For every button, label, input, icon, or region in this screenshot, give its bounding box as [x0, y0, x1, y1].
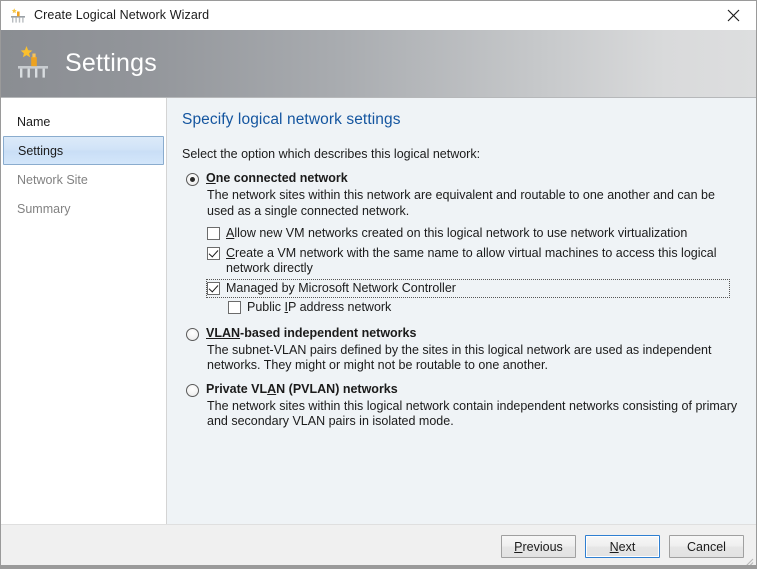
network-wizard-large-icon	[15, 45, 53, 83]
previous-button[interactable]: Previous	[501, 535, 576, 558]
checkbox-label-create-vm-network: Create a VM network with the same name t…	[226, 245, 717, 276]
radio-row-private-vlan-networks[interactable]: Private VLAN (PVLAN) networks	[182, 382, 742, 397]
option-private-vlan-networks: Private VLAN (PVLAN) networks The networ…	[182, 382, 742, 430]
content-heading: Specify logical network settings	[182, 111, 401, 128]
sidebar-item-network-site[interactable]: Network Site	[3, 165, 164, 194]
wizard-window: Create Logical Network Wizard Settings N…	[0, 0, 757, 569]
sidebar-item-label: Network Site	[17, 172, 88, 187]
sidebar-item-label: Settings	[18, 143, 64, 158]
checkbox-allow-network-virtualization[interactable]	[207, 227, 220, 240]
checkbox-create-vm-network[interactable]	[207, 246, 220, 260]
content-intro: Select the option which describes this l…	[182, 147, 481, 161]
close-icon[interactable]	[711, 1, 756, 29]
radio-row-vlan-based-independent-networks[interactable]: VLAN-based independent networks	[182, 326, 742, 341]
sidebar-item-label: Summary	[17, 201, 71, 216]
checkbox-label-managed-by-network-controller: Managed by Microsoft Network Controller	[226, 280, 456, 295]
wizard-header: Settings	[1, 30, 756, 98]
option-description: The network sites within this logical ne…	[207, 398, 738, 429]
radio-label-private-vlan-networks: Private VLAN (PVLAN) networks	[206, 381, 398, 396]
checkbox-row-allow-network-virtualization[interactable]: Allow new VM networks created on this lo…	[207, 225, 742, 243]
title-bar: Create Logical Network Wizard	[1, 1, 756, 30]
window-bottom-edge	[1, 565, 756, 568]
wizard-content: Specify logical network settings Select …	[167, 98, 756, 524]
wizard-footer: Previous Next Cancel	[1, 524, 756, 568]
sidebar-item-settings[interactable]: Settings	[3, 136, 164, 165]
radio-label-one-connected-network: One connected network	[206, 171, 348, 185]
option-description: The network sites within this network ar…	[207, 188, 715, 218]
wizard-body: Name Settings Network Site Summary Speci…	[1, 98, 756, 524]
radio-vlan-based-independent-networks[interactable]	[186, 327, 199, 341]
radio-label-vlan-based-independent-networks: VLAN-based independent networks	[206, 325, 417, 340]
radio-row-one-connected-network[interactable]: One connected network	[182, 171, 742, 186]
checkbox-managed-by-network-controller[interactable]	[207, 281, 220, 295]
option-vlan-based-independent-networks: VLAN-based independent networks The subn…	[182, 326, 742, 374]
cancel-button[interactable]: Cancel	[669, 535, 744, 558]
page-title: Settings	[65, 49, 157, 77]
checkbox-label-public-ip-address-network: Public IP address network	[247, 300, 392, 314]
option-one-connected-network: One connected network The network sites …	[182, 171, 742, 317]
radio-one-connected-network[interactable]	[186, 173, 199, 186]
wizard-sidebar: Name Settings Network Site Summary	[1, 98, 167, 524]
checkbox-public-ip-address-network[interactable]	[228, 301, 241, 314]
sidebar-item-label: Name	[17, 114, 51, 129]
radio-private-vlan-networks[interactable]	[186, 383, 199, 397]
checkbox-label-allow-network-virtualization: Allow new VM networks created on this lo…	[226, 226, 688, 240]
next-button[interactable]: Next	[585, 535, 660, 558]
option-description: The subnet-VLAN pairs defined by the sit…	[207, 342, 712, 373]
window-title: Create Logical Network Wizard	[34, 8, 210, 23]
sidebar-item-name[interactable]: Name	[3, 107, 164, 136]
checkbox-row-create-vm-network[interactable]: Create a VM network with the same name t…	[207, 245, 742, 278]
checkbox-row-public-ip-address-network[interactable]: Public IP address network	[228, 299, 742, 317]
network-wizard-icon	[9, 7, 27, 25]
sidebar-item-summary[interactable]: Summary	[3, 194, 164, 223]
checkbox-row-managed-by-network-controller[interactable]: Managed by Microsoft Network Controller	[206, 278, 730, 298]
